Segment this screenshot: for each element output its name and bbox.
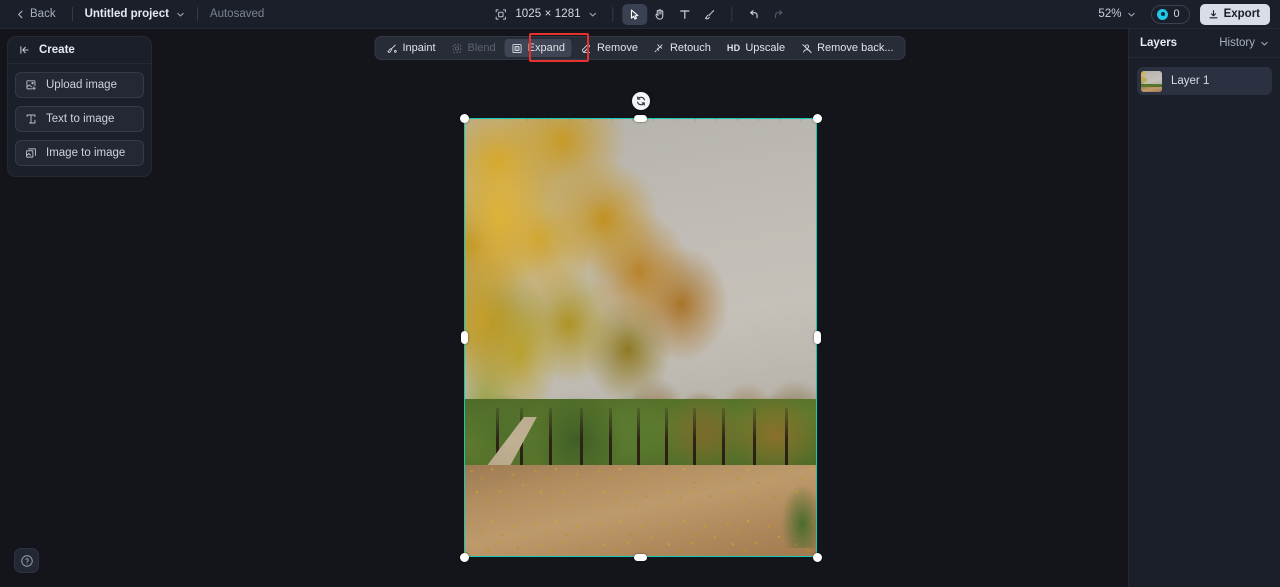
top-bar-left-group: Back Untitled project Autosaved [0, 0, 264, 28]
chevron-down-icon [1260, 39, 1269, 48]
divider [612, 6, 614, 22]
credits-badge[interactable]: 0 [1151, 4, 1190, 24]
expand-icon [512, 43, 523, 54]
remove-background-label: Remove back... [817, 42, 894, 54]
remove-label: Remove [596, 42, 638, 54]
text-to-image-label: Text to image [46, 113, 115, 125]
redo-tool[interactable] [767, 4, 792, 25]
export-label: Export [1223, 8, 1260, 20]
retouch-icon [654, 43, 665, 54]
divider [196, 7, 198, 21]
blend-icon [452, 43, 463, 54]
layers-list: Layer 1 [1129, 58, 1280, 104]
handle-middle-left[interactable] [460, 331, 468, 344]
upload-image-icon [25, 79, 37, 91]
layer-thumbnail [1141, 70, 1162, 92]
expand-label: Expand [527, 42, 565, 54]
credit-coin-icon [1157, 8, 1169, 20]
layers-panel-title: Layers [1140, 37, 1178, 49]
create-panel-header: Create [8, 37, 151, 64]
export-button[interactable]: Export [1199, 3, 1270, 25]
back-button[interactable]: Back [12, 5, 60, 23]
zoom-level: 52% [1098, 8, 1122, 20]
canvas-area[interactable] [0, 29, 1280, 587]
hd-icon: HD [726, 43, 741, 53]
layers-panel: Layers History Layer 1 [1128, 29, 1280, 587]
remove-button[interactable]: Remove [574, 39, 645, 57]
inpaint-label: Inpaint [402, 42, 436, 54]
image-to-image-button[interactable]: Image to image [15, 140, 144, 166]
inpaint-icon [386, 43, 397, 54]
handle-bottom-center[interactable] [634, 553, 647, 561]
help-question-icon [20, 554, 34, 568]
handle-middle-right[interactable] [813, 331, 821, 344]
handle-top-left[interactable] [459, 113, 469, 123]
canvas-size-control[interactable]: 1025 × 1281 [488, 5, 603, 24]
create-panel: Create Upload image Text to image Image … [7, 36, 152, 177]
select-tool[interactable] [622, 3, 648, 25]
top-bar: Back Untitled project Autosaved 1025 × 1… [0, 0, 1280, 29]
create-panel-body: Upload image Text to image Image to imag… [8, 64, 151, 176]
canvas-image[interactable] [464, 118, 817, 557]
handle-bottom-right[interactable] [812, 552, 822, 562]
layer-name: Layer 1 [1171, 75, 1210, 87]
upscale-button[interactable]: HD Upscale [720, 39, 792, 57]
chevron-down-icon[interactable] [589, 10, 598, 19]
chevron-down-icon[interactable] [176, 10, 185, 19]
top-bar-center-group: 1025 × 1281 [488, 0, 791, 28]
project-name-group[interactable]: Untitled project [85, 8, 185, 20]
image-selection[interactable] [459, 92, 822, 562]
image-action-toolbar: Inpaint Blend Expand Remove Retouch HD U… [374, 36, 906, 60]
canvas-size-value: 1025 × 1281 [515, 8, 581, 20]
photo-bush [767, 469, 817, 549]
retouch-label: Retouch [669, 42, 711, 54]
history-dropdown[interactable]: History [1219, 37, 1269, 49]
divider [731, 6, 733, 22]
chevron-down-icon[interactable] [1127, 10, 1136, 19]
project-name[interactable]: Untitled project [85, 8, 169, 20]
panel-collapse-icon[interactable] [19, 44, 31, 56]
remove-background-button[interactable]: Remove back... [794, 39, 900, 57]
image-editor-app: Back Untitled project Autosaved 1025 × 1… [0, 0, 1280, 587]
upscale-label: Upscale [745, 42, 786, 54]
help-button[interactable] [14, 548, 39, 573]
blend-label: Blend [467, 42, 496, 54]
back-label: Back [30, 8, 56, 20]
remove-background-icon [801, 43, 812, 54]
handle-bottom-left[interactable] [459, 552, 469, 562]
history-label: History [1219, 37, 1255, 49]
upload-image-label: Upload image [46, 79, 117, 91]
download-icon [1208, 9, 1219, 20]
rotate-handle-icon[interactable] [631, 92, 650, 110]
canvas-resize-icon [494, 8, 507, 21]
inpaint-button[interactable]: Inpaint [379, 39, 442, 57]
upload-image-button[interactable]: Upload image [15, 72, 144, 98]
text-to-image-icon [25, 113, 37, 125]
image-to-image-icon [25, 147, 37, 159]
remove-icon [581, 43, 592, 54]
photo-fallen-leaves [464, 460, 817, 557]
hand-tool[interactable] [648, 4, 673, 25]
divider [71, 7, 73, 21]
autumn-landscape-photo [464, 118, 817, 557]
layer-item[interactable]: Layer 1 [1137, 67, 1272, 95]
chevron-left-icon [16, 10, 25, 19]
brush-tool[interactable] [698, 4, 723, 25]
image-to-image-label: Image to image [46, 147, 126, 159]
create-panel-title: Create [39, 44, 75, 56]
text-to-image-button[interactable]: Text to image [15, 106, 144, 132]
autosaved-status: Autosaved [209, 8, 265, 20]
handle-top-right[interactable] [812, 113, 822, 123]
expand-button[interactable]: Expand [504, 39, 572, 57]
layers-panel-header: Layers History [1129, 29, 1280, 58]
zoom-control[interactable]: 52% [1093, 5, 1141, 23]
undo-tool[interactable] [742, 4, 767, 25]
handle-top-center[interactable] [634, 114, 647, 122]
credits-count: 0 [1173, 8, 1180, 20]
blend-button[interactable]: Blend [445, 39, 503, 57]
text-tool[interactable] [673, 4, 698, 25]
top-bar-right-group: 52% 0 Export [1093, 0, 1270, 28]
retouch-button[interactable]: Retouch [647, 39, 718, 57]
